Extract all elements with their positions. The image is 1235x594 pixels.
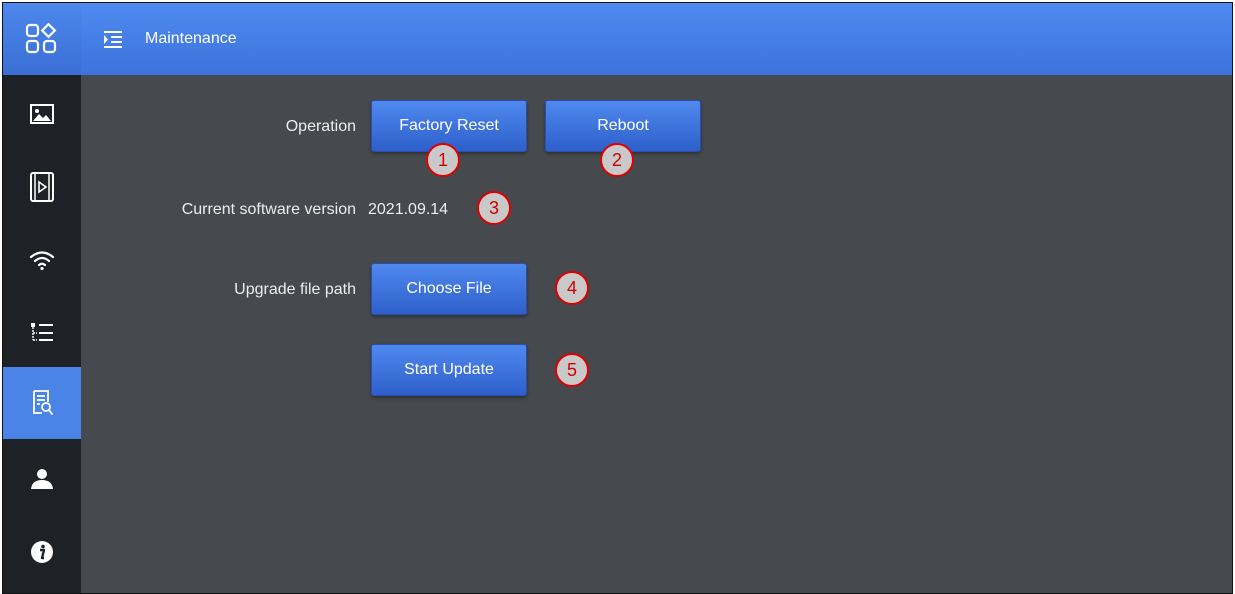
menu-toggle-icon[interactable]	[103, 28, 125, 50]
document-search-icon	[33, 390, 53, 415]
page-title: Maintenance	[145, 30, 237, 47]
app-window: Maintenance Operation Factory Reset Rebo…	[2, 2, 1233, 594]
sidebar-item-video[interactable]	[3, 151, 81, 223]
user-icon	[31, 469, 53, 489]
upgrade-file-path-label: Upgrade file path	[234, 281, 356, 298]
tree-list-icon	[31, 323, 53, 341]
choose-file-button[interactable]: Choose File	[371, 263, 527, 315]
annotation-marker: 3	[477, 191, 511, 225]
sidebar-item-list[interactable]	[3, 297, 81, 369]
apps-grid-icon[interactable]	[3, 3, 81, 75]
start-update-button[interactable]: Start Update	[371, 344, 527, 396]
sidebar-item-wifi[interactable]	[3, 224, 81, 296]
annotation-marker: 1	[426, 143, 460, 177]
video-icon	[30, 172, 54, 202]
sidebar-item-info[interactable]	[3, 516, 81, 588]
annotation-marker: 5	[555, 353, 589, 387]
software-version-value: 2021.09.14	[368, 201, 449, 218]
annotation-marker: 4	[555, 271, 589, 305]
software-version-label: Current software version	[181, 201, 356, 218]
info-icon	[31, 541, 53, 563]
top-header: Maintenance	[81, 3, 1232, 75]
sidebar-item-maintenance[interactable]	[3, 367, 81, 439]
image-icon	[30, 104, 54, 124]
operation-label: Operation	[285, 118, 356, 135]
sidebar-item-image[interactable]	[3, 78, 81, 150]
sidebar-item-user[interactable]	[3, 443, 81, 515]
annotation-marker: 2	[600, 143, 634, 177]
wifi-icon	[29, 251, 55, 271]
sidebar	[3, 3, 81, 593]
